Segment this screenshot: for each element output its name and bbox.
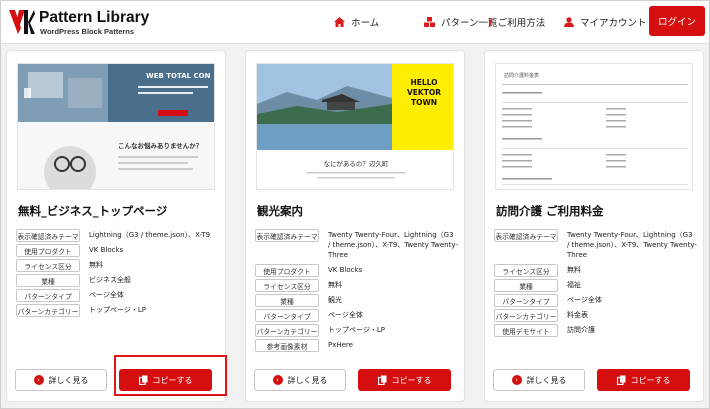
meta-value: VK Blocks — [89, 246, 124, 254]
detail-button[interactable]: › 詳しく見る — [493, 369, 585, 391]
meta-key: パターンカテゴリー — [494, 309, 558, 322]
preview-hero-text: WEB TOTAL CON — [146, 72, 211, 80]
meta-key: ライセンス区分 — [16, 259, 80, 272]
meta-key: パターンタイプ — [255, 309, 319, 322]
copy-icon — [377, 375, 387, 385]
meta-value: ページ全体 — [328, 311, 363, 319]
copy-button[interactable]: コピーする — [597, 369, 690, 391]
nav-home[interactable]: ホーム — [334, 1, 379, 43]
meta-key: パターンカテゴリー — [16, 304, 80, 317]
meta-key: 使用デモサイト — [494, 324, 558, 337]
pattern-card-tourism: HELLO VEKTOR TOWN なにがあるの？辺久町 観光案内 表示確認済み… — [245, 50, 465, 402]
nav-usage[interactable]: i ご利用方法 — [488, 1, 545, 43]
meta-key: 業種 — [16, 274, 80, 287]
meta-value: 無料 — [328, 281, 342, 289]
meta-value: トップページ・LP — [89, 306, 146, 314]
meta-value: 福祉 — [567, 281, 581, 289]
pattern-title[interactable]: 無料_ビジネス_トップページ — [18, 203, 167, 219]
pattern-thumbnail[interactable]: HELLO VEKTOR TOWN なにがあるの？辺久町 — [256, 63, 454, 190]
pattern-title[interactable]: 訪問介護 ご利用料金 — [496, 203, 604, 219]
login-button[interactable]: ログイン — [649, 6, 705, 36]
meta-value: PxHere — [328, 341, 353, 349]
meta-value: 観光 — [328, 296, 342, 304]
meta-key: パターンタイプ — [494, 294, 558, 307]
meta-key: 業種 — [255, 294, 319, 307]
detail-button[interactable]: › 詳しく見る — [15, 369, 107, 391]
meta-key: ライセンス区分 — [255, 279, 319, 292]
detail-button-label: 詳しく見る — [287, 375, 328, 385]
pattern-thumbnail[interactable]: 訪問介護料金表 — [495, 63, 693, 190]
nav-usage-label: ご利用方法 — [497, 18, 546, 29]
meta-value: VK Blocks — [328, 266, 363, 274]
meta-key: パターンタイプ — [16, 289, 80, 302]
meta-value: ページ全体 — [567, 296, 602, 304]
meta-value: 無料 — [567, 266, 581, 274]
meta-value: 料金表 — [567, 311, 588, 319]
meta-key: パターンカテゴリー — [255, 324, 319, 337]
preview-heading: 訪問介護料金表 — [504, 73, 540, 79]
meta-key: ライセンス区分 — [494, 264, 558, 277]
meta-key: 表示確認済みテーマ — [16, 229, 80, 242]
meta-key: 参考画像素材 — [255, 339, 319, 352]
business-preview-image — [18, 64, 214, 189]
cubes-icon — [424, 17, 435, 27]
preview-hello-text: HELLO VEKTOR TOWN — [406, 78, 441, 107]
home-icon — [334, 17, 345, 27]
meta-key: 使用プロダクト — [255, 264, 319, 277]
meta-value: Lightning（G3 / theme.json）、X-T9 — [89, 231, 211, 239]
vk-logo-icon — [9, 10, 35, 34]
pattern-card-care-fees: 訪問介護料金表 訪問介護 ご利用料金 表示確認済みテーマ Twenty Twent… — [484, 50, 704, 402]
meta-value: トップページ・LP — [328, 326, 385, 334]
info-icon: i — [488, 15, 492, 29]
user-icon — [564, 17, 574, 27]
pattern-title[interactable]: 観光案内 — [257, 203, 303, 219]
meta-value: Twenty Twenty-Four、Lightning（G3 / theme.… — [328, 231, 458, 259]
nav-home-label: ホーム — [351, 18, 380, 29]
fee-table-preview-image — [496, 64, 692, 189]
copy-button-label: コピーする — [391, 375, 432, 385]
copy-button[interactable]: コピーする — [358, 369, 451, 391]
meta-value: ページ全体 — [89, 291, 124, 299]
preview-question: こんなお悩みありませんか？ — [118, 142, 203, 150]
meta-key: 業種 — [494, 279, 558, 292]
meta-value: ビジネス全般 — [89, 276, 131, 284]
meta-value: 無料 — [89, 261, 103, 269]
logo-title: Pattern Library — [39, 9, 150, 26]
copy-button-highlight-frame — [114, 355, 227, 396]
meta-key: 表示確認済みテーマ — [255, 229, 319, 242]
pattern-card-business: WEB TOTAL CON こんなお悩みありませんか？ 無料_ビジネス_トップペ… — [6, 50, 227, 402]
preview-caption: なにがあるの？辺久町 — [323, 160, 389, 168]
detail-button-label: 詳しく見る — [526, 375, 567, 385]
meta-value: Twenty Twenty-Four、Lightning（G3 / theme.… — [567, 231, 697, 259]
logo-subtitle: WordPress Block Patterns — [40, 27, 135, 36]
arrow-right-icon: › — [511, 375, 522, 385]
copy-button-label: コピーする — [630, 375, 671, 385]
detail-button[interactable]: › 詳しく見る — [254, 369, 346, 391]
arrow-right-icon: › — [33, 375, 44, 385]
pattern-thumbnail[interactable]: WEB TOTAL CON こんなお悩みありませんか？ — [17, 63, 215, 190]
arrow-right-icon: › — [272, 375, 283, 385]
meta-key: 表示確認済みテーマ — [494, 229, 558, 242]
copy-icon — [616, 375, 626, 385]
meta-key: 使用プロダクト — [16, 244, 80, 257]
detail-button-label: 詳しく見る — [48, 375, 89, 385]
meta-value: 訪問介護 — [567, 326, 595, 334]
nav-my-account[interactable]: マイアカウント — [564, 1, 647, 43]
nav-my-account-label: マイアカウント — [580, 18, 647, 29]
nav-pattern-list[interactable]: パターン一覧 — [424, 1, 498, 43]
site-header: Pattern Library WordPress Block Patterns… — [1, 1, 709, 44]
